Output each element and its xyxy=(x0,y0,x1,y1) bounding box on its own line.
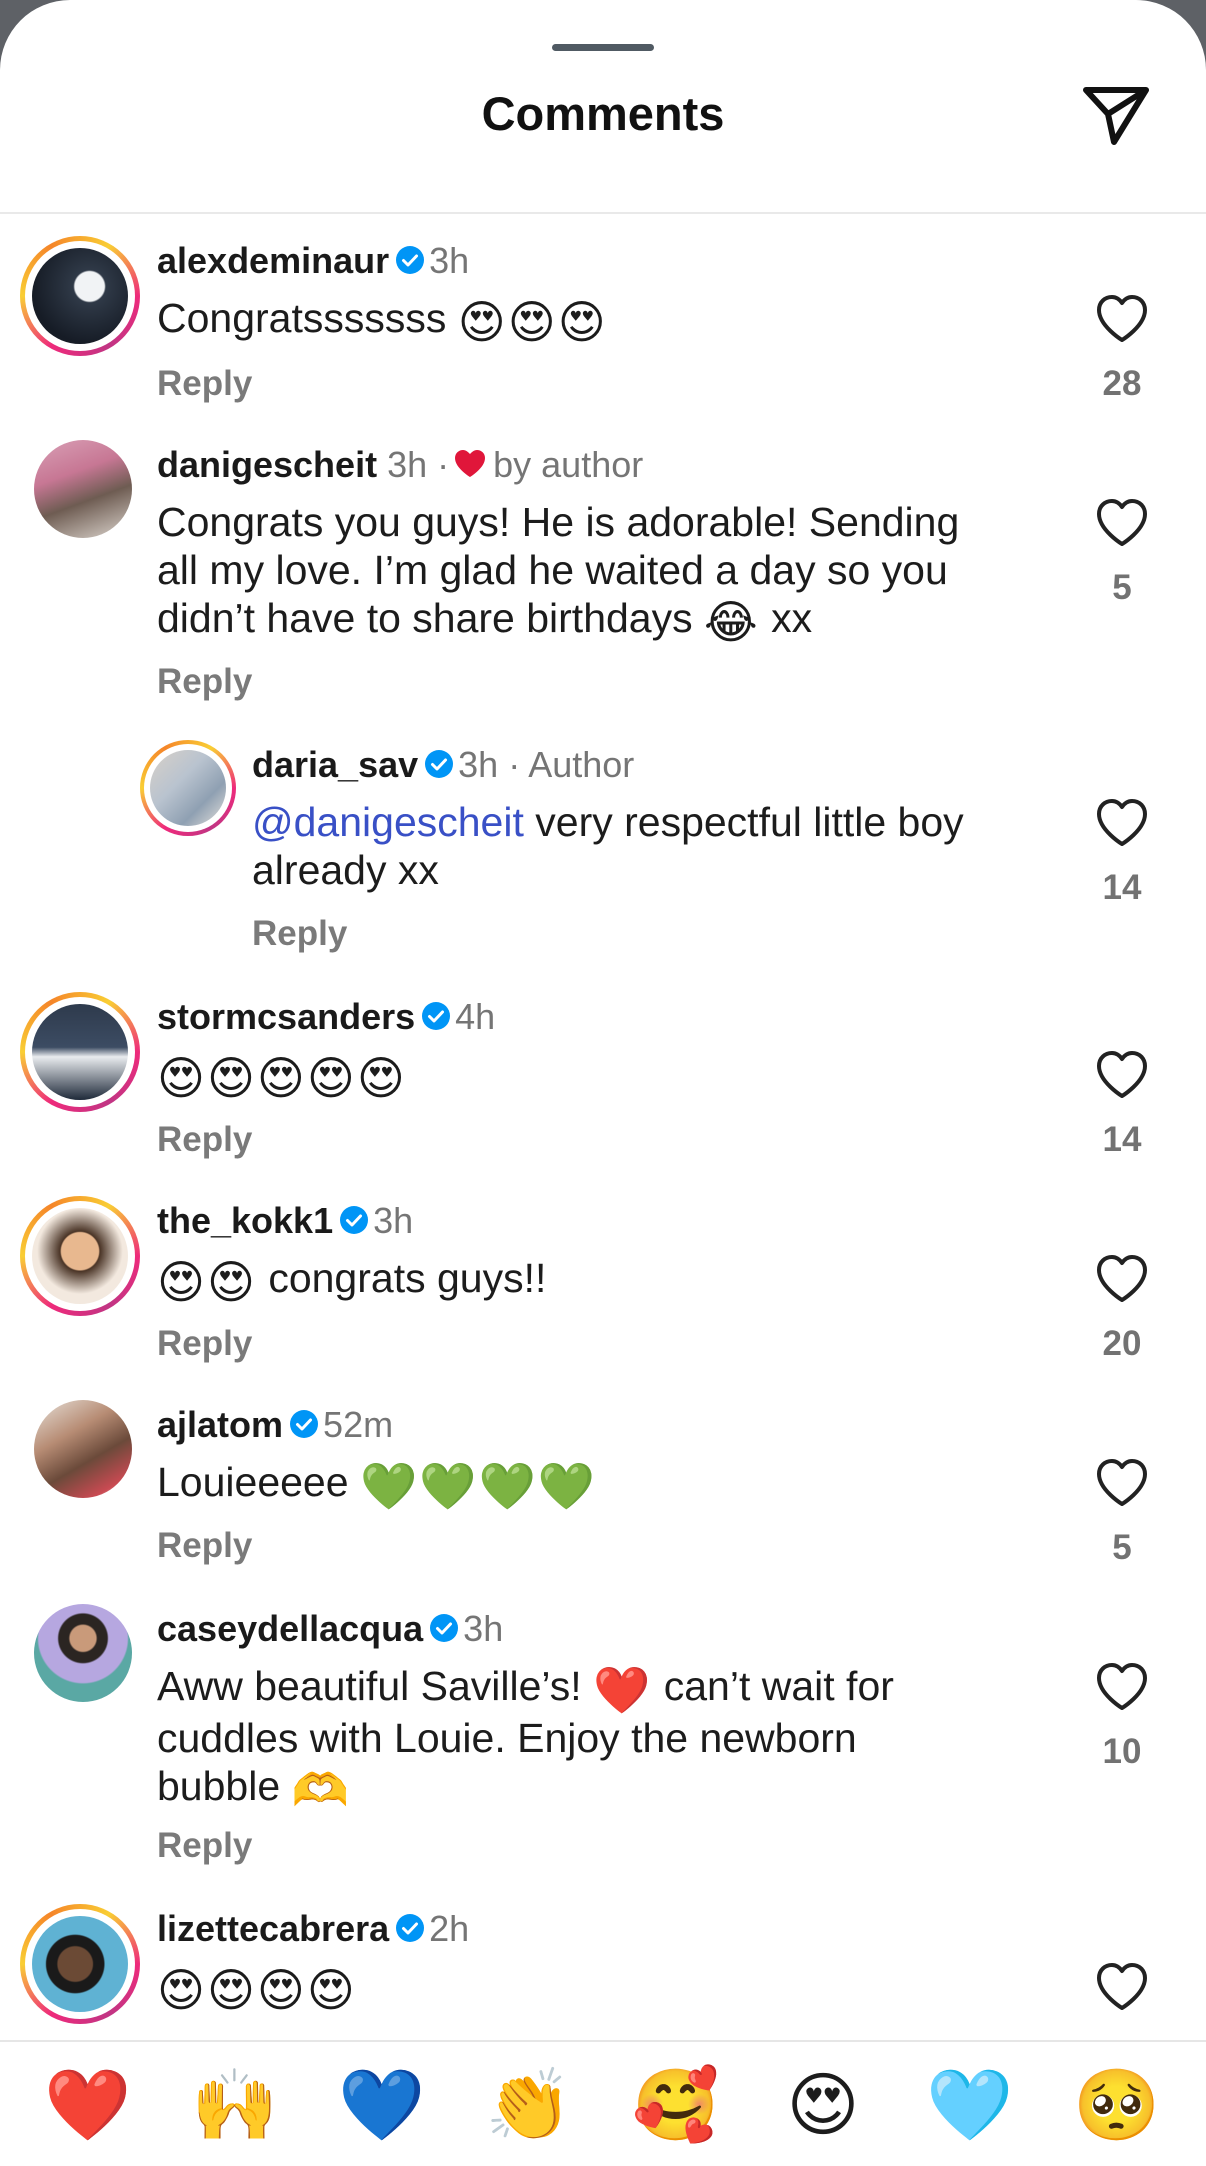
heart-icon[interactable] xyxy=(1095,498,1149,548)
emoji: 😂 xyxy=(704,596,760,648)
like-count: 20 xyxy=(1102,1324,1142,1363)
username[interactable]: ajlatom xyxy=(157,1404,283,1445)
verified-badge-icon xyxy=(290,1410,319,1439)
heart-icon[interactable] xyxy=(1095,1662,1149,1712)
comment-text: Congrats you guys! He is adorable! Sendi… xyxy=(157,499,960,648)
comment-time: 3h xyxy=(458,744,499,785)
reaction-light-blue-heart[interactable]: 🩵 xyxy=(920,2060,1020,2150)
like-count: 5 xyxy=(1112,1528,1132,1567)
emoji: 😍😍😍😍 xyxy=(157,1964,357,2016)
reaction-smiling-face-with-hearts[interactable]: 🥰 xyxy=(626,2060,726,2150)
verified-badge-icon xyxy=(396,1914,425,1943)
username[interactable]: danigescheit xyxy=(157,444,377,485)
username[interactable]: daria_sav xyxy=(252,744,418,785)
heart-icon[interactable] xyxy=(1095,294,1149,344)
comment-text: 😍😍😍😍 xyxy=(157,1962,357,2014)
emoji: 🫶 xyxy=(291,1764,351,1816)
reply-button[interactable]: Reply xyxy=(252,914,347,954)
like-count: 28 xyxy=(1102,364,1142,403)
emoji-reaction-bar xyxy=(0,2042,1206,2166)
comment-time: 3h xyxy=(429,240,470,281)
heart-icon[interactable] xyxy=(1095,1962,1149,2012)
paper-plane-icon[interactable] xyxy=(1080,84,1152,148)
liked-by-author-heart-icon xyxy=(455,450,486,478)
reaction-pleading-face[interactable]: 🥺 xyxy=(1067,2060,1167,2150)
reply-button[interactable]: Reply xyxy=(157,1826,252,1866)
page-title: Comments xyxy=(481,87,725,140)
comment-time: 3h xyxy=(463,1608,504,1649)
comment-time: 2h xyxy=(429,1908,470,1949)
like-count: 14 xyxy=(1102,1120,1142,1159)
like-count: 14 xyxy=(1102,868,1142,907)
verified-badge-icon xyxy=(430,1614,459,1643)
mention-link[interactable]: @danigescheit xyxy=(252,799,524,845)
reaction-clapping-hands[interactable]: 👏 xyxy=(479,2060,579,2150)
emoji: 💚💚💚💚 xyxy=(359,1460,598,1512)
comment-text: @danigescheit very respectful little boy… xyxy=(252,799,964,893)
comments-sheet: Comments alexdeminaur 3h Congratsssssss 😍… xyxy=(0,0,1206,2166)
heart-icon[interactable] xyxy=(1095,1254,1149,1304)
liked-by-author-label: by author xyxy=(493,444,644,485)
heart-icon[interactable] xyxy=(1095,1458,1149,1508)
header-divider xyxy=(0,212,1206,214)
comment-time: 52m xyxy=(323,1404,394,1445)
username[interactable]: alexdeminaur xyxy=(157,240,389,281)
emoji: ❤️ xyxy=(593,1664,653,1716)
avatar[interactable] xyxy=(20,992,140,1112)
verified-badge-icon xyxy=(425,750,454,779)
like-count: 10 xyxy=(1102,1732,1142,1771)
emoji: 😍😍😍😍😍 xyxy=(157,1052,407,1104)
verified-badge-icon xyxy=(396,246,425,275)
comment-time: 3h xyxy=(373,1200,414,1241)
reaction-red-heart[interactable]: ❤️ xyxy=(38,2060,138,2150)
avatar[interactable] xyxy=(20,1196,140,1316)
comment-text: 😍😍😍😍😍 xyxy=(157,1050,407,1102)
emoji: 😍😍 xyxy=(157,1256,257,1308)
heart-icon[interactable] xyxy=(1095,1050,1149,1100)
emoji: 😍😍😍 xyxy=(457,296,608,348)
like-count: 5 xyxy=(1112,568,1132,607)
comment-text: Louieeeee 💚💚💚💚 xyxy=(157,1459,598,1512)
reaction-blue-heart[interactable]: 💙 xyxy=(332,2060,432,2150)
comment-text: 😍😍 congrats guys!! xyxy=(157,1255,547,1308)
drag-handle[interactable] xyxy=(552,44,654,51)
comment-time: 3h xyxy=(387,444,428,485)
reaction-raised-hands[interactable]: 🙌 xyxy=(185,2060,285,2150)
verified-badge-icon xyxy=(422,1002,451,1031)
avatar[interactable] xyxy=(20,1904,140,2024)
verified-badge-icon xyxy=(340,1206,369,1235)
author-badge: · Author xyxy=(508,744,635,785)
username[interactable]: lizettecabrera xyxy=(157,1908,389,1949)
comment-text: Aww beautiful Saville’s! ❤️ can’t wait f… xyxy=(157,1663,894,1816)
reply-button[interactable]: Reply xyxy=(157,1120,252,1160)
avatar[interactable] xyxy=(34,440,132,538)
reply-button[interactable]: Reply xyxy=(157,364,252,404)
username[interactable]: the_kokk1 xyxy=(157,1200,333,1241)
avatar[interactable] xyxy=(34,1400,132,1498)
reaction-bar-divider xyxy=(0,2040,1206,2042)
comment-text: Congratsssssss 😍😍😍 xyxy=(157,295,608,348)
reply-button[interactable]: Reply xyxy=(157,1526,252,1566)
avatar[interactable] xyxy=(20,236,140,356)
heart-icon[interactable] xyxy=(1095,798,1149,848)
reaction-heart-eyes[interactable]: 😍 xyxy=(773,2060,873,2150)
reply-button[interactable]: Reply xyxy=(157,662,252,702)
avatar[interactable] xyxy=(34,1604,132,1702)
comment-time: 4h xyxy=(455,996,496,1037)
username[interactable]: stormcsanders xyxy=(157,996,415,1037)
reply-button[interactable]: Reply xyxy=(157,1324,252,1364)
username[interactable]: caseydellacqua xyxy=(157,1608,423,1649)
avatar[interactable] xyxy=(140,740,236,836)
